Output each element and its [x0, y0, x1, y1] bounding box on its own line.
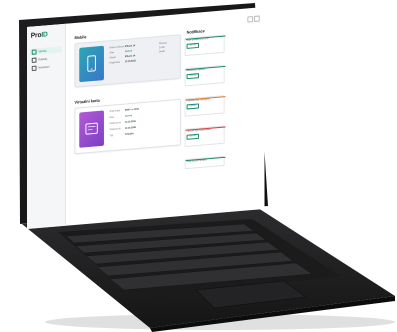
field-key: Platnost od	[109, 122, 121, 126]
virtual-card-card: Číslo karty 4000 •••• 1234 Stav Aktivní Pl…	[74, 98, 181, 155]
field-key: Platnost do	[109, 128, 121, 132]
field-value: iPhone 14	[124, 55, 136, 59]
logo-prefix: Pro	[30, 31, 42, 40]
detail-button[interactable]: Detail	[159, 51, 167, 53]
notification-item[interactable]: Platnost karty brzy vyprší Obnovit	[184, 95, 226, 117]
cancel-button[interactable]: Zrušit	[159, 47, 167, 49]
notification-button[interactable]: Zobrazit	[186, 42, 200, 49]
field-value: Aktivní	[124, 115, 133, 118]
notification-item[interactable]: Zařízení bylo zablokováno Zobrazit	[184, 125, 226, 148]
field-key: Model	[109, 56, 116, 60]
notification-item[interactable]: Nové zařízení přidáno	[184, 155, 226, 170]
mobile-field-row: Stav Aktivní	[110, 50, 132, 54]
mobile-field-row: Registrace 12.10.2023	[110, 60, 136, 64]
laptop-mockup: ProID Identita Doklady Nastavení Mobile	[0, 0, 397, 332]
refresh-button[interactable]: Obnovit	[159, 43, 167, 46]
card-field-row: Platnost do 12.10.2028	[110, 127, 136, 131]
notification-button[interactable]: Zobrazit	[186, 133, 200, 140]
settings-icon	[31, 65, 37, 71]
app-logo[interactable]: ProID	[31, 31, 48, 39]
logo-accent: ID	[41, 31, 48, 39]
mobile-actions: Obnovit Zrušit Detail	[159, 43, 167, 54]
mobile-device-card: Název zařízení iPhone 14 Stav Aktivní Mode…	[74, 34, 181, 88]
card-icon	[85, 122, 98, 135]
field-value: iPhone 14	[124, 45, 136, 49]
field-key: Název zařízení	[109, 46, 125, 50]
sidebar-item-nastaveni[interactable]: Nastavení	[30, 62, 62, 71]
field-value: Aktivní	[124, 50, 133, 54]
notification-button[interactable]: Zobrazit	[186, 72, 200, 79]
notification-item[interactable]: Nové přihlášení do účtu Zobrazit	[184, 34, 226, 57]
notifications-title: Notifikace	[186, 28, 205, 35]
sidebar: ProID Identita Doklady Nastavení	[27, 23, 66, 229]
mobile-field-row: Model iPhone 14	[110, 55, 136, 59]
card-field-row: Stav Aktivní	[110, 115, 132, 119]
notifications-list: Nové přihlášení do účtu Zobrazit Aktuali…	[184, 34, 226, 198]
notification-button[interactable]: Obnovit	[186, 102, 199, 110]
phone-icon	[87, 55, 96, 72]
card-field-row: Číslo karty 4000 •••• 1234	[110, 108, 139, 112]
field-value: 12.10.2023	[124, 120, 136, 124]
field-key: Stav	[109, 51, 115, 55]
main-content: Mobile Název zařízení iPhone 14 Stav Aktiv…	[69, 7, 265, 225]
card-field-row: Platnost od 12.10.2023	[110, 121, 136, 125]
doc-icon	[31, 57, 37, 63]
field-value: 4000 •••• 1234	[124, 108, 139, 112]
notification-item[interactable]: Aktualizace aplikace Zobrazit	[184, 64, 226, 87]
mobile-field-row: Název zařízení iPhone 14	[110, 45, 136, 49]
mobile-tile	[79, 45, 104, 83]
sidebar-item-label: Doklady	[38, 57, 48, 61]
field-value: 12.10.2023	[124, 60, 136, 64]
card-section-title: Virtuální karta	[74, 97, 100, 105]
field-value: 12.10.2028	[124, 126, 136, 130]
field-key: Registrace	[109, 61, 121, 65]
app-screen: ProID Identita Doklady Nastavení Mobile	[27, 7, 265, 229]
sidebar-item-label: Nastavení	[38, 65, 50, 69]
sidebar-item-label: Identita	[38, 49, 47, 53]
field-key: Číslo karty	[109, 110, 120, 113]
field-key: Stav	[109, 116, 115, 120]
home-icon	[31, 48, 37, 55]
gear-icon[interactable]	[247, 16, 254, 23]
card-tile	[79, 110, 104, 148]
settings-icon[interactable]	[254, 15, 260, 23]
field-key: Typ	[109, 134, 114, 138]
field-value: Virtuální	[124, 133, 134, 136]
mobile-section-title: Mobile	[74, 34, 87, 41]
card-field-row: Typ Virtuální	[110, 133, 134, 137]
